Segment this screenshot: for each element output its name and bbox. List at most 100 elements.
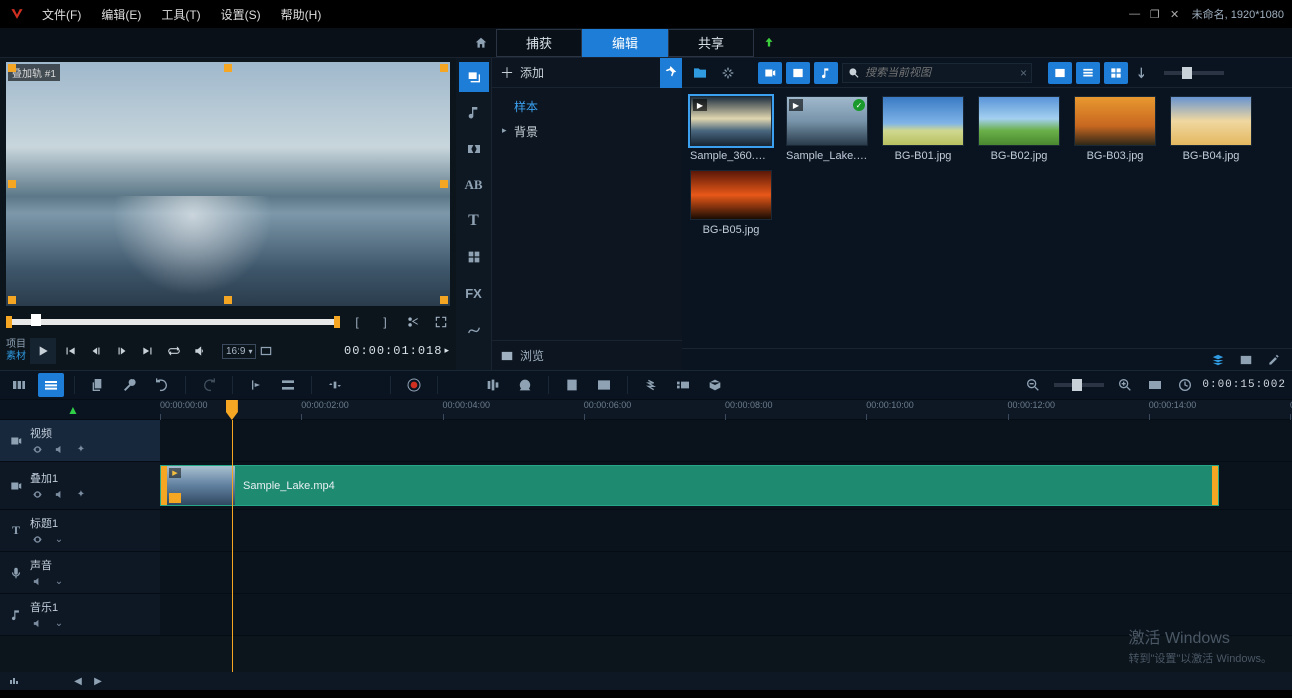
library-asset[interactable]: BG-B04.jpg	[1170, 96, 1252, 162]
track-motion-icon[interactable]	[638, 373, 664, 397]
view-large-icon[interactable]	[1048, 62, 1072, 84]
library-asset[interactable]: ▶✓Sample_Lake.m...	[786, 96, 868, 162]
record-icon[interactable]	[401, 373, 427, 397]
add-track-icon[interactable]: ▲	[62, 401, 84, 419]
go-end-button[interactable]	[136, 339, 160, 363]
track-lock-icon[interactable]: ✦	[74, 488, 88, 502]
menu-edit[interactable]: 编辑(E)	[93, 2, 149, 27]
track-head-voice[interactable]: 声音 ⌄	[0, 552, 160, 593]
loop-button[interactable]	[162, 339, 186, 363]
project-duration-icon[interactable]	[1172, 373, 1198, 397]
library-asset[interactable]: BG-B03.jpg	[1074, 96, 1156, 162]
library-asset[interactable]: ▶Sample_360.mp4	[690, 96, 772, 162]
slide-icon[interactable]	[354, 373, 380, 397]
filter-photo-icon[interactable]	[786, 62, 810, 84]
library-asset[interactable]: BG-B05.jpg	[690, 170, 772, 236]
crop-handle[interactable]	[440, 296, 448, 304]
mode-clip-label[interactable]: 素材	[6, 351, 26, 363]
menu-settings[interactable]: 设置(S)	[213, 2, 269, 27]
timeline-ruler[interactable]: 00:00:00:0000:00:02:0000:00:04:0000:00:0…	[160, 400, 1292, 419]
ducking-icon[interactable]	[512, 373, 538, 397]
track-mute-icon[interactable]	[52, 443, 66, 457]
play-button[interactable]	[30, 338, 56, 364]
track-lane-music1[interactable]	[160, 594, 1292, 635]
scrub-track[interactable]	[12, 319, 334, 325]
crop-handle[interactable]	[440, 180, 448, 188]
volume-button[interactable]	[188, 339, 212, 363]
crop-handle[interactable]	[8, 180, 16, 188]
browse-button[interactable]: 浏览	[492, 340, 682, 370]
subtitle-icon[interactable]	[591, 373, 617, 397]
track-lane-overlay1[interactable]: ▶ Sample_Lake.mp4	[160, 462, 1292, 509]
timeline-timecode[interactable]: 0:00:15:002	[1202, 379, 1286, 391]
scrub-playhead[interactable]	[31, 314, 41, 326]
toggle-track-list-icon[interactable]	[6, 401, 28, 419]
track-expand-icon[interactable]: ⌄	[52, 617, 66, 631]
transition-library-icon[interactable]	[459, 134, 489, 164]
crop-handle[interactable]	[8, 64, 16, 72]
footer-edit-icon[interactable]	[1262, 349, 1286, 371]
track-lane-voice[interactable]	[160, 552, 1292, 593]
graphics-library-icon[interactable]	[459, 242, 489, 272]
search-input[interactable]	[865, 67, 1016, 79]
preview-viewport[interactable]: 叠加轨 #1	[6, 62, 450, 306]
track-head-overlay1[interactable]: 叠加1 ✦	[0, 462, 160, 509]
import-media-icon[interactable]	[688, 62, 712, 84]
timeline-zoom-slider[interactable]	[1054, 383, 1104, 387]
track-lock-icon[interactable]: ✦	[74, 443, 88, 457]
text-library-icon[interactable]: T	[459, 206, 489, 236]
minimize-button[interactable]: —	[1126, 7, 1144, 21]
track-mute-icon[interactable]	[30, 575, 44, 589]
trim-start-icon[interactable]	[243, 373, 269, 397]
mark-in-icon[interactable]: [	[348, 313, 366, 331]
clear-search-icon[interactable]: ×	[1020, 66, 1027, 80]
upload-icon[interactable]	[754, 29, 784, 57]
sort-icon[interactable]	[1132, 62, 1156, 84]
path-library-icon[interactable]	[459, 314, 489, 344]
multicam-icon[interactable]	[670, 373, 696, 397]
add-folder-button[interactable]: ＋添加	[492, 58, 682, 88]
footer-panel-icon[interactable]	[1234, 349, 1258, 371]
search-box[interactable]: ×	[842, 63, 1032, 83]
tab-capture[interactable]: 捕获	[496, 29, 582, 57]
timeline-clip[interactable]: ▶ Sample_Lake.mp4	[160, 465, 1219, 506]
title-library-icon[interactable]: AB	[459, 170, 489, 200]
3d-title-icon[interactable]	[702, 373, 728, 397]
track-head-title1[interactable]: T 标题1 ⌄	[0, 510, 160, 551]
slider-knob[interactable]	[1182, 67, 1192, 79]
timecode-display[interactable]: 00:00:01:018▸	[344, 344, 450, 358]
tab-share[interactable]: 共享	[668, 29, 754, 57]
toggle-track-height-icon[interactable]	[34, 401, 56, 419]
chapter-icon[interactable]	[559, 373, 585, 397]
close-button[interactable]: ✕	[1166, 7, 1184, 21]
track-lane-title1[interactable]	[160, 510, 1292, 551]
crop-handle[interactable]	[8, 296, 16, 304]
tab-edit[interactable]: 编辑	[582, 29, 668, 57]
copy-attributes-icon[interactable]	[85, 373, 111, 397]
tree-item-background[interactable]: ▸背景	[496, 119, 678, 144]
aspect-ratio-selector[interactable]: 16:9▾	[222, 344, 256, 359]
filter-video-icon[interactable]	[758, 62, 782, 84]
track-mute-icon[interactable]	[30, 617, 44, 631]
thumbnail-size-slider[interactable]	[1164, 71, 1224, 75]
expand-icon[interactable]	[432, 313, 450, 331]
auto-music-icon[interactable]	[480, 373, 506, 397]
zoom-out-icon[interactable]	[1020, 373, 1046, 397]
menu-help[interactable]: 帮助(H)	[273, 2, 330, 27]
mode-project-label[interactable]: 项目	[6, 339, 26, 351]
crop-handle[interactable]	[440, 64, 448, 72]
maximize-button[interactable]: ❐	[1146, 7, 1164, 21]
audio-mixer-icon[interactable]	[448, 373, 474, 397]
menu-tools[interactable]: 工具(T)	[153, 2, 208, 27]
scrub-end-handle[interactable]	[334, 316, 340, 328]
track-mute-icon[interactable]	[52, 488, 66, 502]
zoom-in-icon[interactable]	[1112, 373, 1138, 397]
home-icon[interactable]	[466, 31, 496, 55]
view-list-icon[interactable]	[1076, 62, 1100, 84]
next-frame-button[interactable]	[110, 339, 134, 363]
scroll-options-icon[interactable]	[6, 674, 22, 688]
track-expand-icon[interactable]: ⌄	[52, 533, 66, 547]
scroll-left-icon[interactable]: ◀	[70, 674, 86, 688]
go-start-button[interactable]	[58, 339, 82, 363]
undo-icon[interactable]	[149, 373, 175, 397]
